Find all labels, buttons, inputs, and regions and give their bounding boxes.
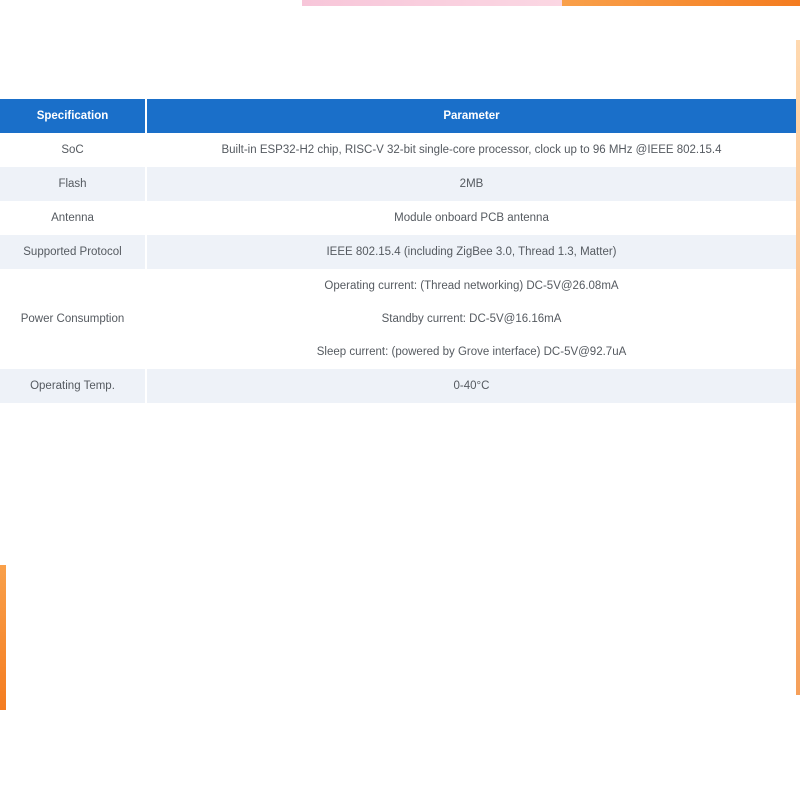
power-sleep-current: Sleep current: (powered by Grove interfa… xyxy=(316,345,627,358)
table-row: Operating Temp. 0-40°C xyxy=(0,369,796,403)
table-header-row: Specification Parameter xyxy=(0,99,796,133)
power-standby-current: Standby current: DC-5V@16.16mA xyxy=(381,312,562,325)
param-cell-soc: Built-in ESP32-H2 chip, RISC-V 32-bit si… xyxy=(145,133,796,167)
decorative-top-strip-pink xyxy=(302,0,562,6)
param-cell-antenna: Module onboard PCB antenna xyxy=(145,201,796,235)
table-row: Supported Protocol IEEE 802.15.4 (includ… xyxy=(0,235,796,269)
table-row: SoC Built-in ESP32-H2 chip, RISC-V 32-bi… xyxy=(0,133,796,167)
power-operating-current: Operating current: (Thread networking) D… xyxy=(324,279,619,292)
spec-cell-antenna: Antenna xyxy=(0,201,146,235)
param-cell-flash: 2MB xyxy=(145,167,796,201)
spec-cell-soc: SoC xyxy=(0,133,146,167)
decorative-left-strip-orange xyxy=(0,565,6,710)
spec-cell-power: Power Consumption xyxy=(0,269,146,369)
decorative-top-strip-orange xyxy=(562,0,800,6)
spec-cell-temp: Operating Temp. xyxy=(0,369,146,403)
spec-cell-protocol: Supported Protocol xyxy=(0,235,146,269)
param-cell-protocol: IEEE 802.15.4 (including ZigBee 3.0, Thr… xyxy=(145,235,796,269)
specification-table: Specification Parameter SoC Built-in ESP… xyxy=(0,99,796,403)
spec-cell-flash: Flash xyxy=(0,167,146,201)
decorative-right-strip xyxy=(796,40,800,695)
header-specification: Specification xyxy=(0,99,146,133)
param-cell-power: Operating current: (Thread networking) D… xyxy=(145,269,796,369)
header-parameter: Parameter xyxy=(145,99,796,133)
table-row: Power Consumption Operating current: (Th… xyxy=(0,269,796,369)
param-cell-temp: 0-40°C xyxy=(145,369,796,403)
table-row: Flash 2MB xyxy=(0,167,796,201)
table-row: Antenna Module onboard PCB antenna xyxy=(0,201,796,235)
